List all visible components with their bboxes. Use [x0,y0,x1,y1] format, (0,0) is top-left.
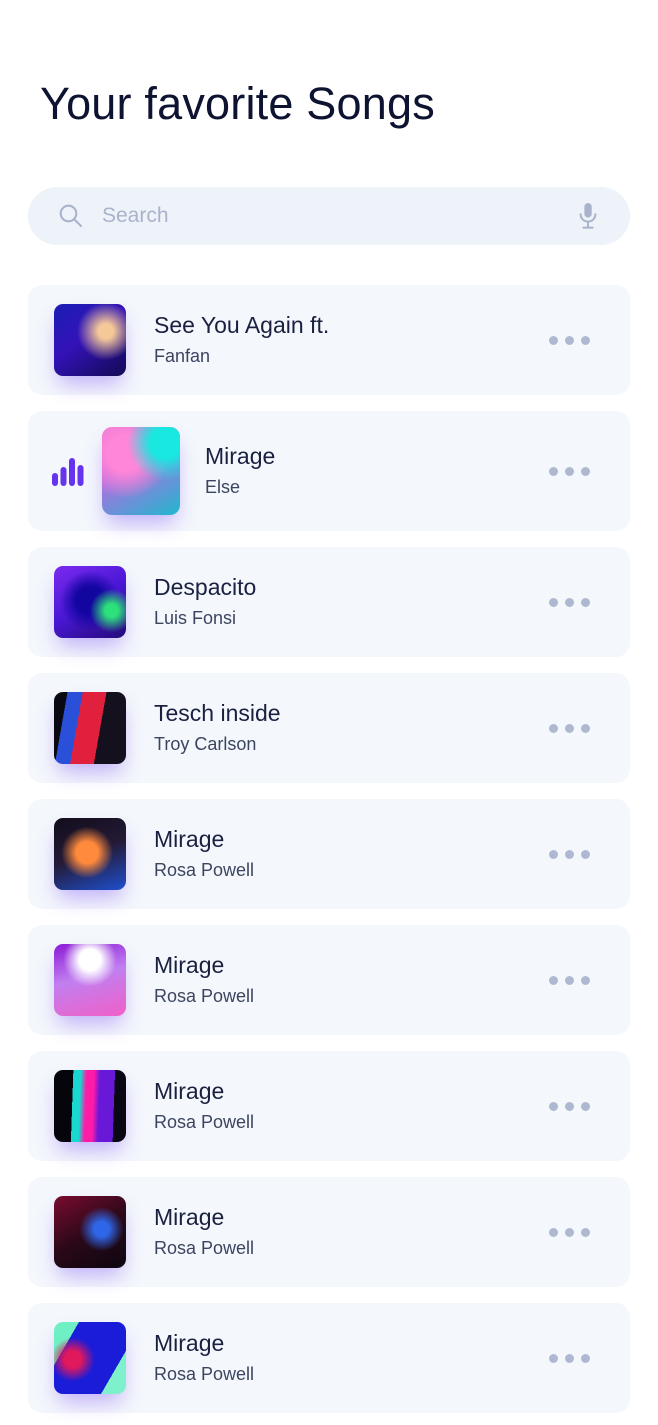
album-cover-wrapper [54,566,126,638]
song-artist: Rosa Powell [154,1112,255,1133]
more-horizontal-icon[interactable] [549,1353,590,1363]
song-row[interactable]: Mirage Rosa Powell [28,1051,630,1161]
microphone-icon[interactable] [576,201,600,231]
song-row[interactable]: Mirage Else [28,411,630,531]
song-artist: Rosa Powell [154,986,255,1007]
search-icon [59,204,83,228]
album-cover-art [102,427,180,515]
song-text: Mirage Rosa Powell [154,1203,549,1260]
song-title: See You Again ft. [154,312,330,339]
song-title: Despacito [154,574,257,601]
song-artist: Fanfan [154,346,211,367]
song-title: Mirage [154,826,225,853]
more-horizontal-icon[interactable] [549,466,590,476]
album-cover-portrait-red-blue-split[interactable] [54,692,126,764]
song-text: Mirage Rosa Powell [154,1329,549,1386]
search-input[interactable] [102,204,576,228]
favorite-songs-screen: Your favorite Songs See You Again ft. Fan… [0,0,658,1425]
page-title: Your favorite Songs [40,78,435,129]
search-bar[interactable] [28,187,630,245]
song-artist: Else [205,477,241,498]
song-artist: Rosa Powell [154,860,255,881]
album-cover-wrapper [54,1196,126,1268]
album-cover-portrait-crimson-profile[interactable] [54,1196,126,1268]
more-horizontal-icon[interactable] [549,849,590,859]
song-text: Mirage Else [205,442,549,499]
song-list: See You Again ft. Fanfan Mirage Else Despaci… [0,285,658,1425]
song-artist: Rosa Powell [154,1238,255,1259]
song-artist: Luis Fonsi [154,608,237,629]
equalizer-icon [52,458,84,486]
song-title: Mirage [205,443,276,470]
album-cover-portrait-pink-cyan[interactable] [102,427,180,515]
album-cover-wrapper [54,1070,126,1142]
more-horizontal-icon[interactable] [549,1227,590,1237]
album-cover-wrapper [54,692,126,764]
song-row[interactable]: Tesch inside Troy Carlson [28,673,630,783]
album-cover-portrait-orange-dark[interactable] [54,818,126,890]
song-text: Mirage Rosa Powell [154,1077,549,1134]
song-text: Tesch inside Troy Carlson [154,699,549,756]
album-cover-art [54,944,126,1016]
song-row[interactable]: Mirage Rosa Powell [28,1303,630,1413]
more-horizontal-icon[interactable] [549,335,590,345]
song-artist: Troy Carlson [154,734,257,755]
more-horizontal-icon[interactable] [549,975,590,985]
album-cover-portrait-mint-blue[interactable] [54,1322,126,1394]
song-text: See You Again ft. Fanfan [154,311,549,368]
album-cover-art [54,304,126,376]
album-cover-wrapper [54,818,126,890]
album-cover-wrapper [54,1322,126,1394]
song-title: Mirage [154,1204,225,1231]
song-row[interactable]: Mirage Rosa Powell [28,925,630,1035]
song-title: Mirage [154,1330,225,1357]
song-title: Tesch inside [154,700,281,727]
album-cover-portrait-teal-magenta-stripe[interactable] [54,1070,126,1142]
album-cover-art [54,818,126,890]
song-text: Mirage Rosa Powell [154,825,549,882]
album-cover-wrapper [54,944,126,1016]
album-cover-art [54,692,126,764]
album-cover-art [54,566,126,638]
album-cover-portrait-blue-neon[interactable] [54,304,126,376]
song-text: Despacito Luis Fonsi [154,573,549,630]
song-row[interactable]: Despacito Luis Fonsi [28,547,630,657]
song-title: Mirage [154,1078,225,1105]
album-cover-wrapper [102,427,180,515]
song-artist: Rosa Powell [154,1364,255,1385]
more-horizontal-icon[interactable] [549,597,590,607]
song-title: Mirage [154,952,225,979]
album-cover-wrapper [54,304,126,376]
more-horizontal-icon[interactable] [549,723,590,733]
more-horizontal-icon[interactable] [549,1101,590,1111]
song-text: Mirage Rosa Powell [154,951,549,1008]
song-row[interactable]: Mirage Rosa Powell [28,1177,630,1287]
album-cover-portrait-lilac-crown[interactable] [54,944,126,1016]
album-cover-art [54,1196,126,1268]
song-row[interactable]: See You Again ft. Fanfan [28,285,630,395]
album-cover-art [54,1070,126,1142]
song-row[interactable]: Mirage Rosa Powell [28,799,630,909]
album-cover-art [54,1322,126,1394]
album-cover-portrait-purple-face-paint[interactable] [54,566,126,638]
